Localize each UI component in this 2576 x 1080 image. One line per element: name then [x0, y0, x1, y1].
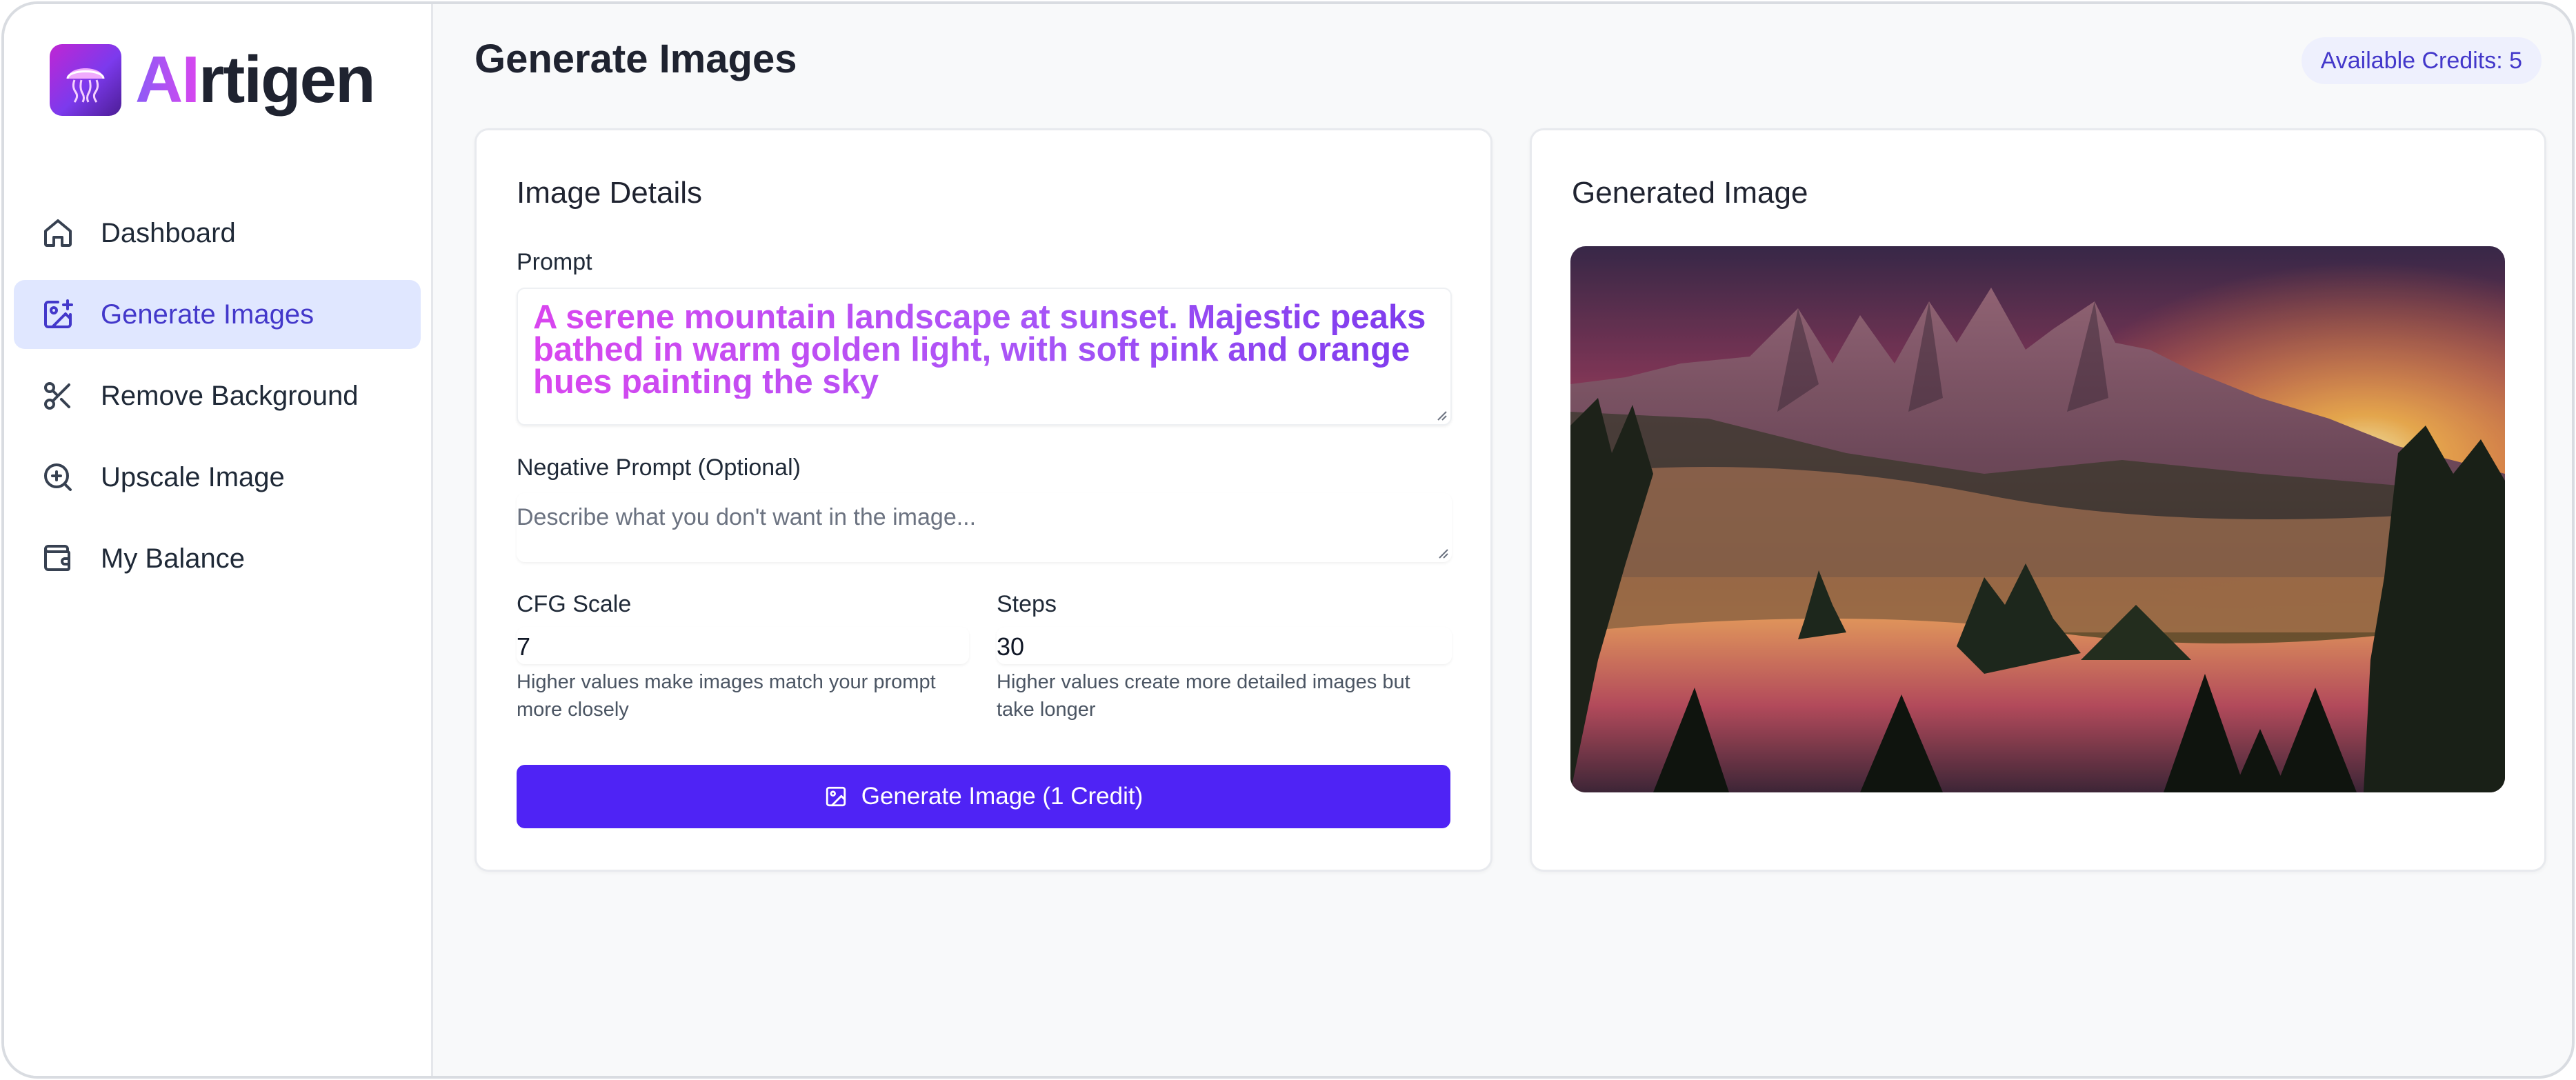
sidebar: AIrtigen Dashboard Generate Images Remov…: [4, 4, 433, 1076]
sidebar-item-remove-background[interactable]: Remove Background: [14, 361, 421, 430]
cfg-scale-input[interactable]: 7: [517, 627, 969, 664]
negative-prompt-placeholder: Describe what you don't want in the imag…: [517, 504, 977, 530]
sidebar-nav: Dashboard Generate Images Remove Backgro…: [14, 199, 421, 606]
negative-prompt-label: Negative Prompt (Optional): [517, 454, 801, 481]
resize-handle-icon[interactable]: [1434, 544, 1449, 559]
mountain-sunset-image: [1570, 246, 2505, 792]
generate-button-label: Generate Image (1 Credit): [861, 783, 1144, 810]
credits-badge: Available Credits: 5: [2301, 37, 2542, 84]
sidebar-item-generate-images[interactable]: Generate Images: [14, 280, 421, 349]
prompt-label: Prompt: [517, 249, 592, 275]
brand[interactable]: AIrtigen: [50, 44, 376, 116]
image-details-card: Image Details Prompt A serene mountain l…: [475, 128, 1492, 872]
jellyfish-logo-icon: [50, 44, 121, 116]
brand-prefix: AI: [135, 43, 200, 117]
steps-label: Steps: [997, 591, 1057, 617]
brand-suffix: rtigen: [199, 43, 376, 117]
negative-prompt-textarea[interactable]: Describe what you don't want in the imag…: [517, 493, 1452, 562]
resize-handle-icon[interactable]: [1432, 406, 1448, 421]
generate-image-button[interactable]: Generate Image (1 Credit): [517, 765, 1450, 828]
sidebar-item-label: My Balance: [101, 543, 245, 574]
sidebar-item-label: Remove Background: [101, 380, 359, 411]
app-window: AIrtigen Dashboard Generate Images Remov…: [1, 1, 2575, 1079]
steps-input[interactable]: 30: [997, 627, 1452, 664]
steps-value: 30: [997, 632, 1025, 661]
home-icon: [44, 219, 72, 247]
sidebar-item-upscale-image[interactable]: Upscale Image: [14, 443, 421, 512]
sidebar-item-label: Upscale Image: [101, 461, 285, 492]
zoom-in-icon: [44, 463, 72, 491]
image-icon: [826, 786, 846, 807]
scissors-icon: [44, 382, 70, 410]
brand-name: AIrtigen: [135, 47, 376, 113]
card-title: Image Details: [517, 176, 703, 210]
steps-help: Higher values create more detailed image…: [997, 671, 1410, 721]
cfg-scale-label: CFG Scale: [517, 591, 632, 617]
sidebar-item-dashboard[interactable]: Dashboard: [14, 199, 421, 268]
page-title: Generate Images: [475, 37, 797, 81]
card-title: Generated Image: [1572, 176, 1808, 210]
sidebar-item-my-balance[interactable]: My Balance: [14, 524, 421, 593]
prompt-textarea[interactable]: A serene mountain landscape at sunset. M…: [517, 288, 1452, 426]
sidebar-item-label: Generate Images: [101, 299, 314, 330]
generated-image[interactable]: [1570, 246, 2505, 792]
main-content: Generate Images Available Credits: 5 Ima…: [433, 4, 2572, 1076]
sidebar-item-label: Dashboard: [101, 217, 236, 248]
cfg-scale-help: Higher values make images match your pro…: [517, 671, 936, 721]
cfg-scale-value: 7: [517, 632, 531, 661]
image-plus-icon: [44, 299, 73, 328]
prompt-value: A serene mountain landscape at sunset. M…: [533, 301, 1434, 399]
generated-image-card: Generated Image: [1530, 128, 2546, 872]
wallet-icon: [44, 545, 70, 571]
